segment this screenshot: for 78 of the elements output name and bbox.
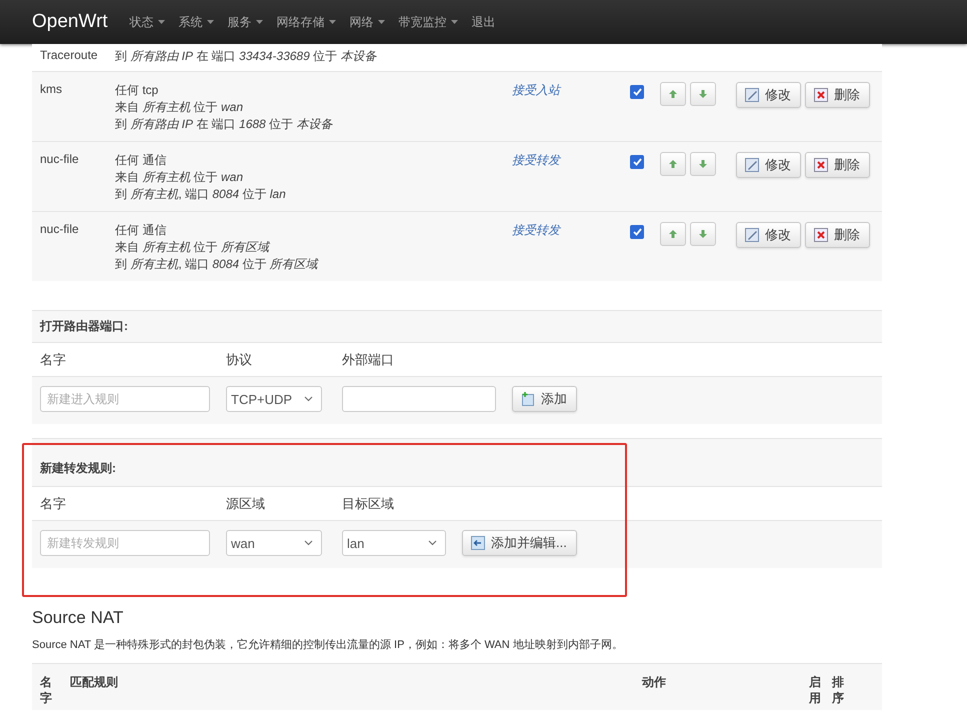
move-down-button[interactable] <box>690 152 716 176</box>
column-header: 匹配规则 <box>70 674 118 690</box>
rule-name: nuc-file <box>39 222 80 238</box>
pencil-icon <box>745 88 759 102</box>
enable-checkbox[interactable] <box>630 85 644 99</box>
section-heading: Source NAT <box>32 608 124 628</box>
delete-button[interactable]: 删除 <box>805 82 870 108</box>
column-header: 名字 <box>40 350 67 368</box>
column-header: 目标区域 <box>342 494 394 512</box>
rule-action: 接受转发 <box>512 153 560 167</box>
menu-item[interactable]: 状态 <box>130 14 165 30</box>
menu-item[interactable]: 带宽监控 <box>398 14 458 30</box>
column-header: 名字 <box>40 494 67 512</box>
section-description: Source NAT 是一种特殊形式的封包伪装，它允许精细的控制传出流量的源 IP，例如：将多个 WAN 地址映射到内部子网。 <box>32 638 624 652</box>
rule-action: 接受入站 <box>512 83 560 97</box>
move-up-button[interactable] <box>660 82 686 106</box>
rule-name: Traceroute <box>39 48 99 64</box>
delete-button[interactable]: 删除 <box>805 152 870 178</box>
edit-button[interactable]: 修改 <box>736 82 801 108</box>
match-rule-text: 任何 通信 <box>115 222 168 239</box>
arrow-left-icon <box>471 536 485 550</box>
rule-name: nuc-file <box>39 152 80 168</box>
menu-item[interactable]: 退出 <box>472 14 496 30</box>
delete-icon <box>814 88 828 102</box>
menu-item[interactable]: 系统 <box>178 14 214 30</box>
match-rule-text: 来自 所有主机 位于 所有区域 <box>115 239 272 256</box>
rule-action: 接受转发 <box>512 223 560 237</box>
move-down-button[interactable] <box>690 222 716 246</box>
port-field[interactable] <box>342 386 496 412</box>
match-rule-text: 来自 所有主机 位于 wan <box>115 99 244 116</box>
move-down-button[interactable] <box>690 82 716 106</box>
menu-item[interactable]: 服务 <box>228 14 263 30</box>
arrow-down-icon <box>699 90 707 98</box>
add-button[interactable]: 添加 <box>512 386 577 412</box>
arrow-down-icon <box>699 230 707 238</box>
match-rule-text: 来自 所有主机 位于 wan <box>115 169 244 186</box>
column-header: 外部端口 <box>342 350 394 368</box>
arrow-up-icon <box>669 90 677 98</box>
column-header: 动作 <box>642 674 666 690</box>
delete-icon <box>814 228 828 242</box>
column-header: 排序 <box>832 674 844 706</box>
column-header: 协议 <box>226 350 253 368</box>
enable-checkbox[interactable] <box>630 225 644 239</box>
column-header: 源区域 <box>226 494 266 512</box>
rule-name: kms <box>39 82 63 98</box>
delete-button[interactable]: 删除 <box>805 222 870 248</box>
chevron-down-icon <box>304 396 313 402</box>
chevron-down-icon <box>428 540 437 546</box>
match-rule-text: 任何 通信 <box>115 152 168 169</box>
arrow-up-icon <box>669 230 677 238</box>
pencil-icon <box>745 228 759 242</box>
enable-checkbox[interactable] <box>630 155 644 169</box>
pencil-icon <box>745 158 759 172</box>
match-rule-text: 到 所有路由 IP 在 端口 33434-33689 位于 本设备 <box>115 48 378 65</box>
edit-button[interactable]: 修改 <box>736 152 801 178</box>
delete-icon <box>814 158 828 172</box>
chevron-down-icon <box>304 540 313 546</box>
menu-item[interactable]: 网络 <box>350 14 385 30</box>
edit-button[interactable]: 修改 <box>736 222 801 248</box>
match-rule-text: 到 所有主机, 端口 8084 位于 所有区域 <box>115 256 320 273</box>
protocol-select[interactable]: TCP+UDP <box>226 386 322 412</box>
source-zone-select[interactable]: wan <box>226 530 322 556</box>
match-rule-text: 任何 tcp <box>115 82 160 99</box>
column-header: 启用 <box>809 674 821 706</box>
arrow-up-icon <box>669 160 677 168</box>
target-zone-select[interactable]: lan <box>342 530 446 556</box>
arrow-down-icon <box>699 160 707 168</box>
name-field[interactable]: 新建转发规则 <box>40 530 210 556</box>
add-icon <box>521 392 535 406</box>
menu-item[interactable]: 网络存储 <box>276 14 336 30</box>
match-rule-text: 到 所有路由 IP 在 端口 1688 位于 本设备 <box>115 116 334 133</box>
brand-logo[interactable]: OpenWrt <box>32 11 108 33</box>
name-field[interactable]: 新建进入规则 <box>40 386 210 412</box>
move-up-button[interactable] <box>660 222 686 246</box>
column-header: 名字 <box>40 674 52 706</box>
move-up-button[interactable] <box>660 152 686 176</box>
add-edit-button[interactable]: 添加并编辑... <box>462 530 577 556</box>
match-rule-text: 到 所有主机, 端口 8084 位于 lan <box>115 186 287 203</box>
